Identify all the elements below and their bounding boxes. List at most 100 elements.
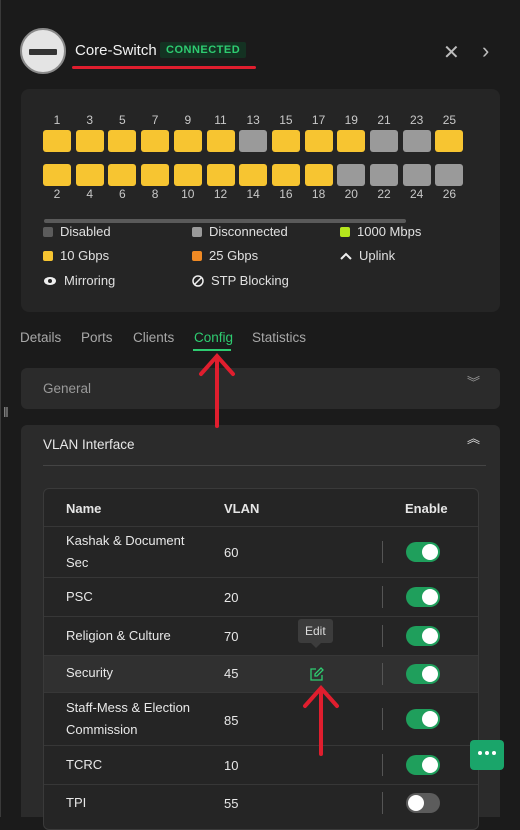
- tab-config[interactable]: Config: [194, 330, 233, 345]
- port-number: 12: [213, 187, 228, 201]
- port-number: 26: [442, 187, 457, 201]
- table-row[interactable]: PSC 20: [44, 577, 478, 616]
- port-number: 25: [442, 113, 457, 127]
- resize-handle-icon[interactable]: ‖: [3, 404, 9, 420]
- divider: [382, 663, 383, 685]
- port-number: 23: [410, 113, 424, 127]
- legend-mirroring: Mirroring: [43, 273, 115, 288]
- port-25[interactable]: [435, 130, 464, 152]
- tab-clients[interactable]: Clients: [133, 330, 174, 345]
- enable-toggle[interactable]: [406, 755, 440, 775]
- chat-button[interactable]: [470, 740, 504, 770]
- port-20[interactable]: [337, 164, 366, 186]
- divider: [382, 625, 383, 647]
- disabled-swatch: [43, 226, 53, 237]
- port-19[interactable]: [337, 130, 366, 152]
- legend-10gbps: 10 Gbps: [43, 248, 109, 263]
- enable-toggle[interactable]: [406, 626, 440, 646]
- port-24[interactable]: [402, 164, 431, 186]
- tab-statistics[interactable]: Statistics: [252, 330, 306, 345]
- port-2[interactable]: [43, 164, 71, 186]
- port-number: 10: [181, 187, 195, 201]
- port-number: 18: [311, 187, 326, 201]
- chevron-double-down-icon[interactable]: ︾: [467, 376, 480, 389]
- port-number: 1: [53, 113, 61, 127]
- column-header-enable: Enable: [405, 501, 448, 516]
- legend-label: 25 Gbps: [209, 248, 259, 263]
- port-3[interactable]: [75, 130, 104, 152]
- chat-icon: [473, 744, 501, 768]
- port-26[interactable]: [435, 164, 464, 186]
- port-14[interactable]: [239, 164, 268, 186]
- chevron-right-icon[interactable]: ›: [482, 38, 489, 64]
- port-number: 17: [311, 113, 326, 127]
- port-number: 11: [214, 113, 227, 127]
- enable-toggle[interactable]: [406, 664, 440, 684]
- legend-25gbps: 25 Gbps: [192, 248, 258, 263]
- close-icon[interactable]: ✕: [443, 40, 460, 65]
- 10gbps-swatch: [43, 250, 53, 261]
- port-number: 8: [151, 187, 159, 201]
- enable-toggle[interactable]: [406, 709, 440, 729]
- port-23[interactable]: [402, 130, 431, 152]
- port-number: 3: [86, 113, 94, 127]
- vlan-id: 10: [224, 758, 239, 773]
- tab-details[interactable]: Details: [20, 330, 61, 345]
- enable-toggle[interactable]: [406, 793, 440, 813]
- vlan-id: 55: [224, 796, 239, 811]
- port-1[interactable]: [43, 130, 71, 152]
- port-22[interactable]: [370, 164, 398, 186]
- disconnected-swatch: [192, 226, 202, 237]
- port-13[interactable]: [239, 130, 268, 152]
- table-row[interactable]: Kashak & Document Sec 60: [44, 526, 478, 577]
- vlan-name: Kashak & Document Sec: [66, 533, 185, 570]
- divider: [43, 465, 486, 466]
- section-vlan-interface: VLAN Interface ︽ Name VLAN Enable Kashak…: [21, 425, 500, 830]
- edit-icon[interactable]: [310, 667, 324, 681]
- port-17[interactable]: [304, 130, 333, 152]
- divider: [382, 586, 383, 608]
- port-6[interactable]: [108, 164, 137, 186]
- section-general[interactable]: General ︾: [21, 368, 500, 409]
- port-11[interactable]: [206, 130, 235, 152]
- legend-label: Disconnected: [209, 224, 288, 239]
- chevron-double-up-icon[interactable]: ︽: [467, 432, 480, 445]
- section-vlan-title: VLAN Interface: [43, 437, 135, 452]
- port-number: 9: [184, 113, 192, 127]
- port-10[interactable]: [173, 164, 202, 186]
- vlan-table: Name VLAN Enable Kashak & Document Sec 6…: [43, 488, 479, 830]
- tab-ports[interactable]: Ports: [81, 330, 113, 345]
- port-12[interactable]: [206, 164, 235, 186]
- column-header-vlan: VLAN: [224, 501, 260, 516]
- port-number: 7: [151, 113, 159, 127]
- port-number: 22: [377, 187, 391, 201]
- enable-toggle[interactable]: [406, 542, 440, 562]
- table-row[interactable]: Religion & Culture 70: [44, 616, 478, 655]
- vlan-name: Staff-Mess & Election Commission: [66, 700, 191, 737]
- legend-disconnected: Disconnected: [192, 224, 288, 239]
- port-8[interactable]: [141, 164, 170, 186]
- 25gbps-swatch: [192, 250, 202, 261]
- vlan-name: TCRC: [66, 757, 103, 772]
- enable-toggle[interactable]: [406, 587, 440, 607]
- table-row[interactable]: Security 45: [44, 655, 478, 692]
- port-scrollbar[interactable]: [44, 219, 406, 223]
- device-header: Core-Switch CONNECTED ✕ ›: [20, 26, 500, 76]
- port-9[interactable]: [173, 130, 202, 152]
- port-7[interactable]: [141, 130, 170, 152]
- section-general-title: General: [43, 381, 92, 396]
- port-number: 13: [246, 113, 260, 127]
- table-row[interactable]: TCRC 10: [44, 745, 478, 784]
- port-21[interactable]: [370, 130, 398, 152]
- port-16[interactable]: [271, 164, 300, 186]
- port-15[interactable]: [271, 130, 300, 152]
- divider: [382, 708, 383, 730]
- 1000mbps-swatch: [340, 226, 350, 237]
- port-number: 20: [344, 187, 358, 201]
- legend-disabled: Disabled: [43, 224, 111, 239]
- port-18[interactable]: [304, 164, 333, 186]
- table-row[interactable]: Staff-Mess & Election Commission 85: [44, 692, 478, 745]
- table-row[interactable]: TPI 55: [44, 784, 478, 829]
- port-4[interactable]: [75, 164, 104, 186]
- port-5[interactable]: [108, 130, 137, 152]
